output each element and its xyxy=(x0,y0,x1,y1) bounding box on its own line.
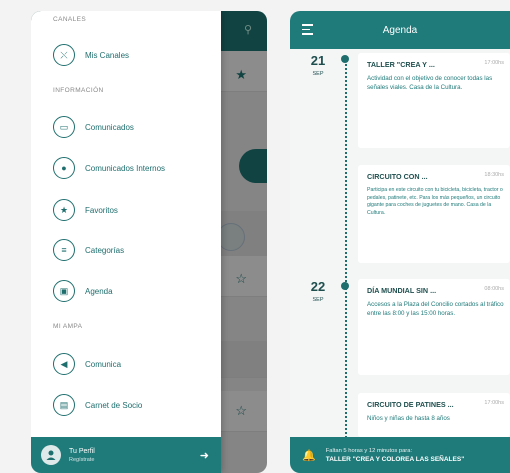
section-canales: CANALES xyxy=(53,16,87,23)
event-title: CIRCUITO DE PATINES ... xyxy=(367,400,454,409)
menu-item-comunicados[interactable]: ▭ Comunicados xyxy=(53,113,134,141)
right-phone: Agenda 21 SEP 22 SEP TALLER "CREA Y ... … xyxy=(290,11,510,473)
profile-sub: Regístrate xyxy=(69,456,95,463)
menu-label: Comunicados Internos xyxy=(85,163,166,173)
event-description: Accesos a la Plaza del Concilio cortados… xyxy=(367,301,504,317)
event-time: 08:00hs xyxy=(484,286,504,292)
event-title: CIRCUITO CON ... xyxy=(367,172,428,181)
event-time: 17:00hs xyxy=(484,60,504,66)
navigation-drawer: CANALES ⤬ Mis Canales INFORMACIÓN ▭ Comu… xyxy=(31,11,221,473)
menu-item-comunicados-internos[interactable]: ● Comunicados Internos xyxy=(53,154,165,182)
countdown-text: Faltan 5 horas y 12 minutos para: xyxy=(325,447,413,454)
timeline-line xyxy=(345,57,347,442)
section-mi-ampa: MI AMPA xyxy=(53,323,83,330)
day-number: 22 xyxy=(310,279,326,294)
event-description: Actividad con el objetivo de conocer tod… xyxy=(367,75,493,91)
day-month: SEP xyxy=(312,297,324,303)
left-phone: ⚲ ★ ☆ ☆ CANALES ⤬ Mis Canales INFORMACIÓ… xyxy=(31,11,267,473)
event-time: 17:00hs xyxy=(484,400,504,406)
menu-label: Comunicados xyxy=(85,122,134,132)
star-icon: ★ xyxy=(53,199,75,221)
agenda-header: Agenda xyxy=(290,11,510,49)
bell-icon: 🔔 xyxy=(302,449,316,462)
menu-label: Categorías xyxy=(85,245,125,255)
profile-name: Tu Perfil xyxy=(69,447,95,455)
next-event-title: TALLER "CREA Y COLOREA LAS SEÑALES" xyxy=(325,455,465,463)
profile-footer[interactable]: Tu Perfil Regístrate ➜ xyxy=(31,437,221,473)
menu-item-comunica[interactable]: ◀ Comunica xyxy=(53,350,121,378)
menu-item-agenda[interactable]: ▣ Agenda xyxy=(53,277,113,305)
event-time: 18:30hs xyxy=(484,172,504,178)
avatar-icon xyxy=(41,445,61,465)
event-card[interactable]: TALLER "CREA Y ... 17:00hs Actividad con… xyxy=(358,53,510,148)
day-month: SEP xyxy=(312,71,324,77)
menu-item-favoritos[interactable]: ★ Favoritos xyxy=(53,196,118,224)
event-title: DÍA MUNDIAL SIN ... xyxy=(367,286,437,295)
timeline-dot xyxy=(341,55,349,63)
event-title: TALLER "CREA Y ... xyxy=(367,60,435,69)
logout-icon[interactable]: ➜ xyxy=(200,449,209,462)
menu-icon[interactable] xyxy=(302,24,313,38)
menu-label: Favoritos xyxy=(85,205,118,215)
menu-item-categorias[interactable]: ≡ Categorías xyxy=(53,236,124,264)
event-card[interactable]: CIRCUITO DE PATINES ... 17:00hs Niños y … xyxy=(358,393,510,437)
megaphone-icon: ◀ xyxy=(53,353,75,375)
event-description: Participa en este circuito con tu bicicl… xyxy=(367,187,503,216)
menu-item-mis-canales[interactable]: ⤬ Mis Canales xyxy=(53,41,129,69)
list-icon: ≡ xyxy=(53,239,75,261)
id-card-icon: ▤ xyxy=(53,394,75,416)
menu-label: Mis Canales xyxy=(85,50,130,60)
timeline-dot xyxy=(341,282,349,290)
page-title: Agenda xyxy=(382,24,418,36)
menu-label: Comunica xyxy=(85,359,122,369)
section-informacion: INFORMACIÓN xyxy=(53,87,104,94)
event-card[interactable]: DÍA MUNDIAL SIN ... 08:00hs Accesos a la… xyxy=(358,279,510,375)
event-card[interactable]: CIRCUITO CON ... 18:30hs Participa en es… xyxy=(358,165,510,263)
menu-label: Carnet de Socio xyxy=(85,400,143,410)
menu-item-carnet-socio[interactable]: ▤ Carnet de Socio xyxy=(53,391,142,419)
menu-label: Agenda xyxy=(85,286,113,296)
cast-icon: ▭ xyxy=(53,116,75,138)
event-description: Niños y niñas de hasta 8 años xyxy=(367,415,450,422)
day-number: 21 xyxy=(310,53,326,68)
shuffle-icon: ⤬ xyxy=(53,44,75,66)
calendar-icon: ▣ xyxy=(53,280,75,302)
lock-icon: ● xyxy=(53,157,75,179)
next-event-banner[interactable]: 🔔 Faltan 5 horas y 12 minutos para: TALL… xyxy=(290,437,510,473)
